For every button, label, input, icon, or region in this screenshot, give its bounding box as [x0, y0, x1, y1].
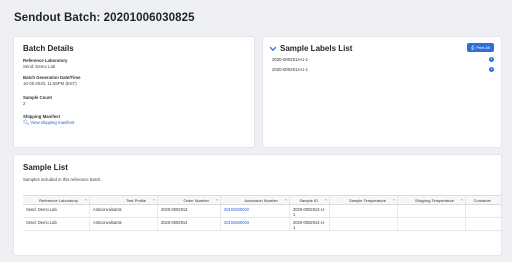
- print-all-label: Print All: [476, 45, 490, 50]
- column-label: Container: [473, 197, 491, 203]
- column-header-sample-id[interactable]: Sample ID ≡: [290, 196, 330, 204]
- search-icon: 🔍︎: [23, 120, 30, 126]
- field-label: Sample Count: [23, 95, 52, 100]
- column-menu-icon[interactable]: ≡: [216, 198, 218, 202]
- label-list-item: 2020-0002913-U-1 i: [272, 55, 494, 63]
- view-shipping-manifest-link[interactable]: 🔍︎View shipping manifest: [23, 120, 74, 126]
- column-header-reference-laboratory[interactable]: Reference Laboratory ≡: [23, 196, 90, 204]
- cell-order-number: 2020-0002914: [158, 218, 221, 230]
- column-menu-icon[interactable]: ≡: [285, 198, 287, 202]
- sample-list-card: Sample List Samples included in this ref…: [14, 155, 501, 255]
- column-header-order-number[interactable]: Order Number ≡: [158, 196, 221, 204]
- column-label: Sample Temperature: [348, 197, 386, 203]
- label-id: 2020-0002913-U-1: [272, 56, 309, 62]
- column-header-accession-number[interactable]: Accession Number ≡: [221, 196, 290, 204]
- sample-list-title: Sample List: [23, 163, 68, 172]
- column-menu-icon[interactable]: ≡: [153, 198, 155, 202]
- column-header-shipping-temperature[interactable]: Shipping Temperature ≡: [398, 196, 466, 204]
- cell-shipping-temperature: [398, 218, 466, 230]
- field-value: 10-05-2020, 11:55PM (EST): [23, 81, 77, 86]
- link-label: View shipping manifest: [30, 120, 75, 125]
- cell-order-number: 2020-0002913: [158, 205, 221, 217]
- cell-sample-id: 2020-0002914-U-1: [290, 218, 330, 230]
- cell-container: [466, 218, 501, 230]
- info-icon[interactable]: i: [489, 56, 494, 62]
- cell-sample-id: 2020-0002913-U-1: [290, 205, 330, 217]
- sample-labels-card: Sample Labels List ⎙ Print All 2020-0002…: [263, 37, 501, 147]
- table-row[interactable]: Send: Demo Lab Anticonvulsants 2020-0002…: [23, 205, 501, 218]
- column-menu-icon[interactable]: ≡: [325, 198, 327, 202]
- cell-sample-temperature: [330, 205, 398, 217]
- cell-reference-laboratory: Send: Demo Lab: [23, 218, 90, 230]
- column-menu-icon[interactable]: ≡: [85, 198, 87, 202]
- label-list-item: 2020-0002914-U-1 i: [272, 65, 494, 73]
- printer-icon: ⎙: [471, 45, 475, 50]
- column-menu-icon[interactable]: ≡: [461, 198, 463, 202]
- sample-count-field: Sample Count 2: [23, 95, 52, 107]
- field-value: Send: Demo Lab: [23, 64, 56, 69]
- cell-container: [466, 205, 501, 217]
- column-header-test-profile[interactable]: Test Profile ≡: [90, 196, 158, 204]
- sample-labels-title: Sample Labels List: [280, 44, 353, 53]
- chevron-down-icon[interactable]: [269, 45, 277, 53]
- column-label: Order Number: [183, 197, 209, 203]
- table-header: Reference Laboratory ≡ Test Profile ≡ Orde…: [23, 196, 501, 205]
- column-label: Reference Laboratory: [39, 197, 78, 203]
- reference-laboratory-field: Reference Laboratory Send: Demo Lab: [23, 58, 67, 70]
- batch-details-title: Batch Details: [23, 44, 74, 53]
- column-menu-icon[interactable]: ≡: [393, 198, 395, 202]
- table-row[interactable]: Send: Demo Lab Anticonvulsants 2020-0002…: [23, 218, 501, 231]
- column-header-sample-temperature[interactable]: Sample Temperature ≡: [330, 196, 398, 204]
- accession-number-link[interactable]: 20102600003: [221, 218, 290, 230]
- column-label: Shipping Temperature: [414, 197, 454, 203]
- cell-reference-laboratory: Send: Demo Lab: [23, 205, 90, 217]
- cell-sample-temperature: [330, 218, 398, 230]
- page-title: Sendout Batch: 20201006030825: [14, 12, 195, 24]
- batch-generation-field: Batch Generation Date/Time 10-05-2020, 1…: [23, 75, 80, 87]
- field-value: 2: [23, 101, 26, 106]
- column-header-container[interactable]: Container: [466, 196, 501, 204]
- accession-number-link[interactable]: 20102600002: [221, 205, 290, 217]
- label-id: 2020-0002914-U-1: [272, 66, 309, 72]
- sample-list-subtitle: Samples included in this reference batch…: [23, 177, 102, 182]
- info-icon[interactable]: i: [489, 66, 494, 72]
- cell-shipping-temperature: [398, 205, 466, 217]
- cell-test-profile: Anticonvulsants: [90, 218, 158, 230]
- print-all-button[interactable]: ⎙ Print All: [467, 43, 494, 52]
- shipping-manifest-field: Shipping Manifest 🔍︎View shipping manife…: [23, 114, 74, 126]
- batch-details-card: Batch Details Reference Laboratory Send:…: [14, 37, 254, 147]
- sample-table: Reference Laboratory ≡ Test Profile ≡ Orde…: [23, 195, 501, 231]
- column-label: Accession Number: [244, 197, 278, 203]
- cell-test-profile: Anticonvulsants: [90, 205, 158, 217]
- column-label: Sample ID: [299, 197, 318, 203]
- column-label: Test Profile: [126, 197, 146, 203]
